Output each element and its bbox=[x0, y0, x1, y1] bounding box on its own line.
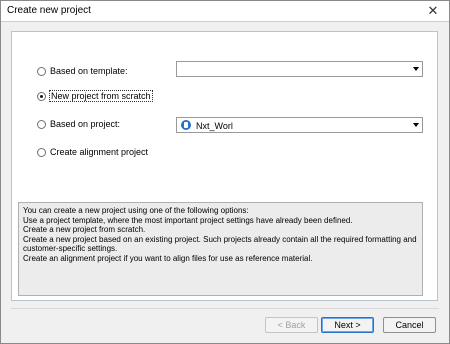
project-value: Nxt_Worl bbox=[196, 121, 233, 131]
close-icon[interactable]: ✕ bbox=[423, 4, 443, 18]
cancel-button[interactable]: Cancel bbox=[383, 317, 436, 333]
back-button[interactable]: < Back bbox=[265, 317, 318, 333]
template-radio[interactable] bbox=[37, 66, 46, 76]
description-line: You can create a new project using one o… bbox=[23, 206, 249, 215]
option-template[interactable]: Based on template: bbox=[37, 66, 128, 76]
description-line: Create a new project based on an existin… bbox=[23, 234, 417, 244]
description-line: Use a project template, where the most i… bbox=[23, 215, 353, 225]
project-dropdown[interactable]: Nxt_Worl bbox=[176, 117, 423, 133]
description-line: customer-specific settings. bbox=[23, 244, 118, 254]
template-label: Based on template: bbox=[50, 66, 128, 76]
divider bbox=[11, 308, 439, 309]
scratch-label: New project from scratch bbox=[49, 90, 153, 102]
scratch-radio[interactable] bbox=[37, 91, 46, 101]
project-icon bbox=[181, 120, 191, 130]
description-line: Create an alignment project if you want … bbox=[23, 253, 313, 263]
options-panel: Based on template: New project from scra… bbox=[11, 31, 438, 301]
template-dropdown[interactable] bbox=[176, 61, 423, 77]
chevron-down-icon bbox=[413, 123, 419, 127]
title-bar: Create new project ✕ bbox=[1, 1, 449, 22]
alignment-radio[interactable] bbox=[37, 147, 46, 157]
option-project[interactable]: Based on project: bbox=[37, 119, 120, 129]
next-button[interactable]: Next > bbox=[321, 317, 374, 333]
create-project-dialog: Create new project ✕ Based on template: … bbox=[0, 0, 450, 344]
chevron-down-icon bbox=[413, 67, 419, 71]
project-label: Based on project: bbox=[50, 119, 121, 129]
project-radio[interactable] bbox=[37, 119, 46, 129]
description-box: You can create a new project using one o… bbox=[18, 202, 423, 296]
option-alignment[interactable]: Create alignment project bbox=[37, 147, 148, 157]
alignment-label: Create alignment project bbox=[50, 147, 149, 157]
window-title: Create new project bbox=[7, 5, 91, 16]
option-scratch[interactable]: New project from scratch bbox=[37, 90, 153, 102]
description-line: Create a new project from scratch. bbox=[23, 225, 146, 235]
